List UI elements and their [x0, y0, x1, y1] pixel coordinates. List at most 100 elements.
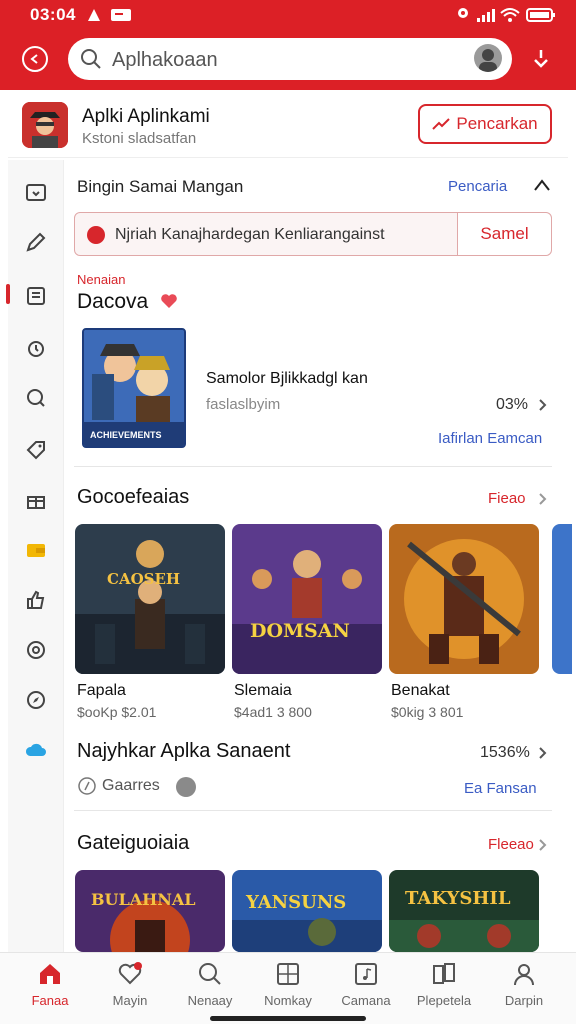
search-action-button[interactable]: Pencarkan — [418, 104, 552, 144]
nav-label: Darpin — [504, 993, 544, 1008]
chevron-right-icon[interactable] — [538, 838, 548, 857]
search-input[interactable]: Aplhakoaan — [68, 38, 512, 80]
category-art — [389, 870, 539, 952]
alert-text: Njriah Kanajhardegan Kenliarangainst — [115, 226, 385, 243]
app-header: 03:04 Aplhakoaan — [0, 0, 576, 90]
nav-tab-home[interactable]: Fanaa — [10, 959, 90, 1019]
alarm-icon — [28, 341, 44, 357]
game-card-3-title: Benakat — [391, 682, 450, 699]
thumbs-up-icon — [27, 590, 45, 609]
main-content: Bingin Samai Mangan Pencaria Njriah Kana… — [64, 160, 576, 952]
tag-icon — [26, 441, 45, 460]
sidebar-item-alarm[interactable] — [22, 334, 50, 362]
game-card-1-title: Fapala — [77, 682, 126, 699]
featured-app-name: Samolor Bjlikkadgl kan — [206, 370, 368, 387]
home-icon — [35, 959, 65, 989]
chevron-right-icon[interactable] — [538, 492, 548, 511]
nav-tab-music[interactable]: Camana — [326, 959, 406, 1019]
sidebar-item-gifts[interactable] — [22, 486, 50, 514]
nav-label: Camana — [341, 993, 391, 1008]
sidebar-item-downloads[interactable] — [22, 178, 50, 206]
thumbnail-caption: ACHIEVEMENTS — [90, 430, 162, 440]
pencil-icon — [26, 232, 46, 252]
folder-icon — [26, 184, 46, 201]
game-card-1[interactable]: CAOSEH — [75, 524, 225, 674]
app-info-card: Aplki Aplinkami Kstoni sladsatfan Pencar… — [8, 92, 568, 158]
sidebar-item-tags[interactable] — [22, 436, 50, 464]
sidebar-item-like[interactable] — [22, 586, 50, 614]
more-menu-button[interactable] — [528, 46, 554, 72]
heart-icon — [115, 959, 145, 989]
sidebar-item-wallet[interactable] — [22, 536, 50, 564]
notification-icon — [86, 6, 102, 23]
nav-tab-grid[interactable]: Nomkay — [248, 959, 328, 1019]
sidebar-item-support[interactable] — [22, 636, 50, 664]
featured-app-subtitle: faslaslbyim — [206, 396, 281, 413]
category-card-2[interactable]: YANSUNS — [232, 870, 382, 952]
game-card-2[interactable]: DOMSAN — [232, 524, 382, 674]
sidebar-item-cloud[interactable] — [22, 736, 50, 764]
featured-percent: 03% — [496, 396, 529, 413]
categories-link[interactable]: Fleeao — [488, 836, 534, 853]
sidebar-item-discover[interactable] — [22, 384, 50, 412]
search-circle-icon — [27, 389, 45, 407]
compass-icon — [27, 691, 45, 709]
profile-icon — [509, 959, 539, 989]
popular-link[interactable]: Ea Fansan — [464, 780, 537, 797]
nav-label: Fanaa — [31, 993, 69, 1008]
category-card-1[interactable]: BULAHNAL — [75, 870, 225, 952]
featured-title: Dacova — [77, 290, 149, 313]
popular-percent: 1536% — [480, 744, 530, 761]
nav-label: Nenaay — [187, 993, 233, 1008]
sidebar-item-edit[interactable] — [22, 228, 50, 256]
games-section-title: Gocoefeaias — [77, 486, 190, 508]
section-top-link[interactable]: Pencaria — [448, 178, 507, 195]
signal-icon — [476, 6, 496, 23]
games-section-link[interactable]: Fieao — [488, 490, 526, 507]
category-card-3[interactable]: TAKYSHIL — [389, 870, 539, 952]
chevron-right-icon[interactable] — [538, 398, 548, 417]
search-placeholder: Aplhakoaan — [112, 49, 218, 71]
sidebar-item-browser[interactable] — [22, 686, 50, 714]
home-indicator[interactable] — [210, 1016, 366, 1021]
chip-badge-icon — [176, 777, 196, 797]
cloud-icon — [25, 743, 46, 756]
game-art — [232, 524, 382, 674]
divider — [74, 810, 552, 811]
app-avatar — [22, 102, 68, 148]
sidebar-active-indicator — [6, 284, 10, 304]
nav-tab-favorites[interactable]: Mayin — [90, 959, 170, 1019]
nav-tab-profile[interactable]: Darpin — [484, 959, 564, 1019]
category-art-title: YANSUNS — [246, 892, 347, 913]
game-card-3[interactable] — [389, 524, 539, 674]
sidebar-item-news[interactable] — [22, 282, 50, 310]
info-circle-icon — [77, 776, 97, 801]
categories-title: Gateiguoiaia — [77, 832, 190, 854]
back-button[interactable] — [22, 46, 48, 72]
nav-tab-search[interactable]: Nenaay — [170, 959, 250, 1019]
chevron-right-icon[interactable] — [538, 746, 548, 765]
bottom-navigation: Fanaa Mayin Nenaay Nomkay Camana Plepete… — [0, 952, 576, 1024]
game-card-2-title: Slemaia — [234, 682, 292, 699]
wallet-icon — [27, 544, 45, 557]
featured-link[interactable]: Iafirlan Eamcan — [438, 430, 542, 447]
featured-app-thumbnail[interactable]: ACHIEVEMENTS — [82, 328, 186, 448]
popular-title: Najyhkar Aplka Sanaent — [77, 740, 291, 762]
status-time: 03:04 — [30, 5, 76, 24]
battery-icon — [526, 6, 556, 23]
divider — [74, 466, 552, 467]
popular-chip[interactable]: Gaarres — [102, 777, 160, 795]
game-card-peek[interactable] — [552, 524, 572, 674]
nav-tab-library[interactable]: Plepetela — [404, 959, 484, 1019]
wifi-icon — [500, 6, 520, 23]
gift-icon — [27, 496, 45, 509]
nav-label: Mayin — [112, 993, 148, 1008]
user-avatar[interactable] — [474, 44, 502, 72]
music-icon — [351, 959, 381, 989]
alert-button[interactable]: Samel — [457, 213, 551, 255]
game-art-title: DOMSAN — [250, 620, 350, 642]
more-vertical-icon — [534, 50, 548, 68]
nav-label: Plepetela — [416, 993, 472, 1008]
share-icon[interactable] — [532, 176, 552, 201]
category-art — [75, 870, 225, 952]
